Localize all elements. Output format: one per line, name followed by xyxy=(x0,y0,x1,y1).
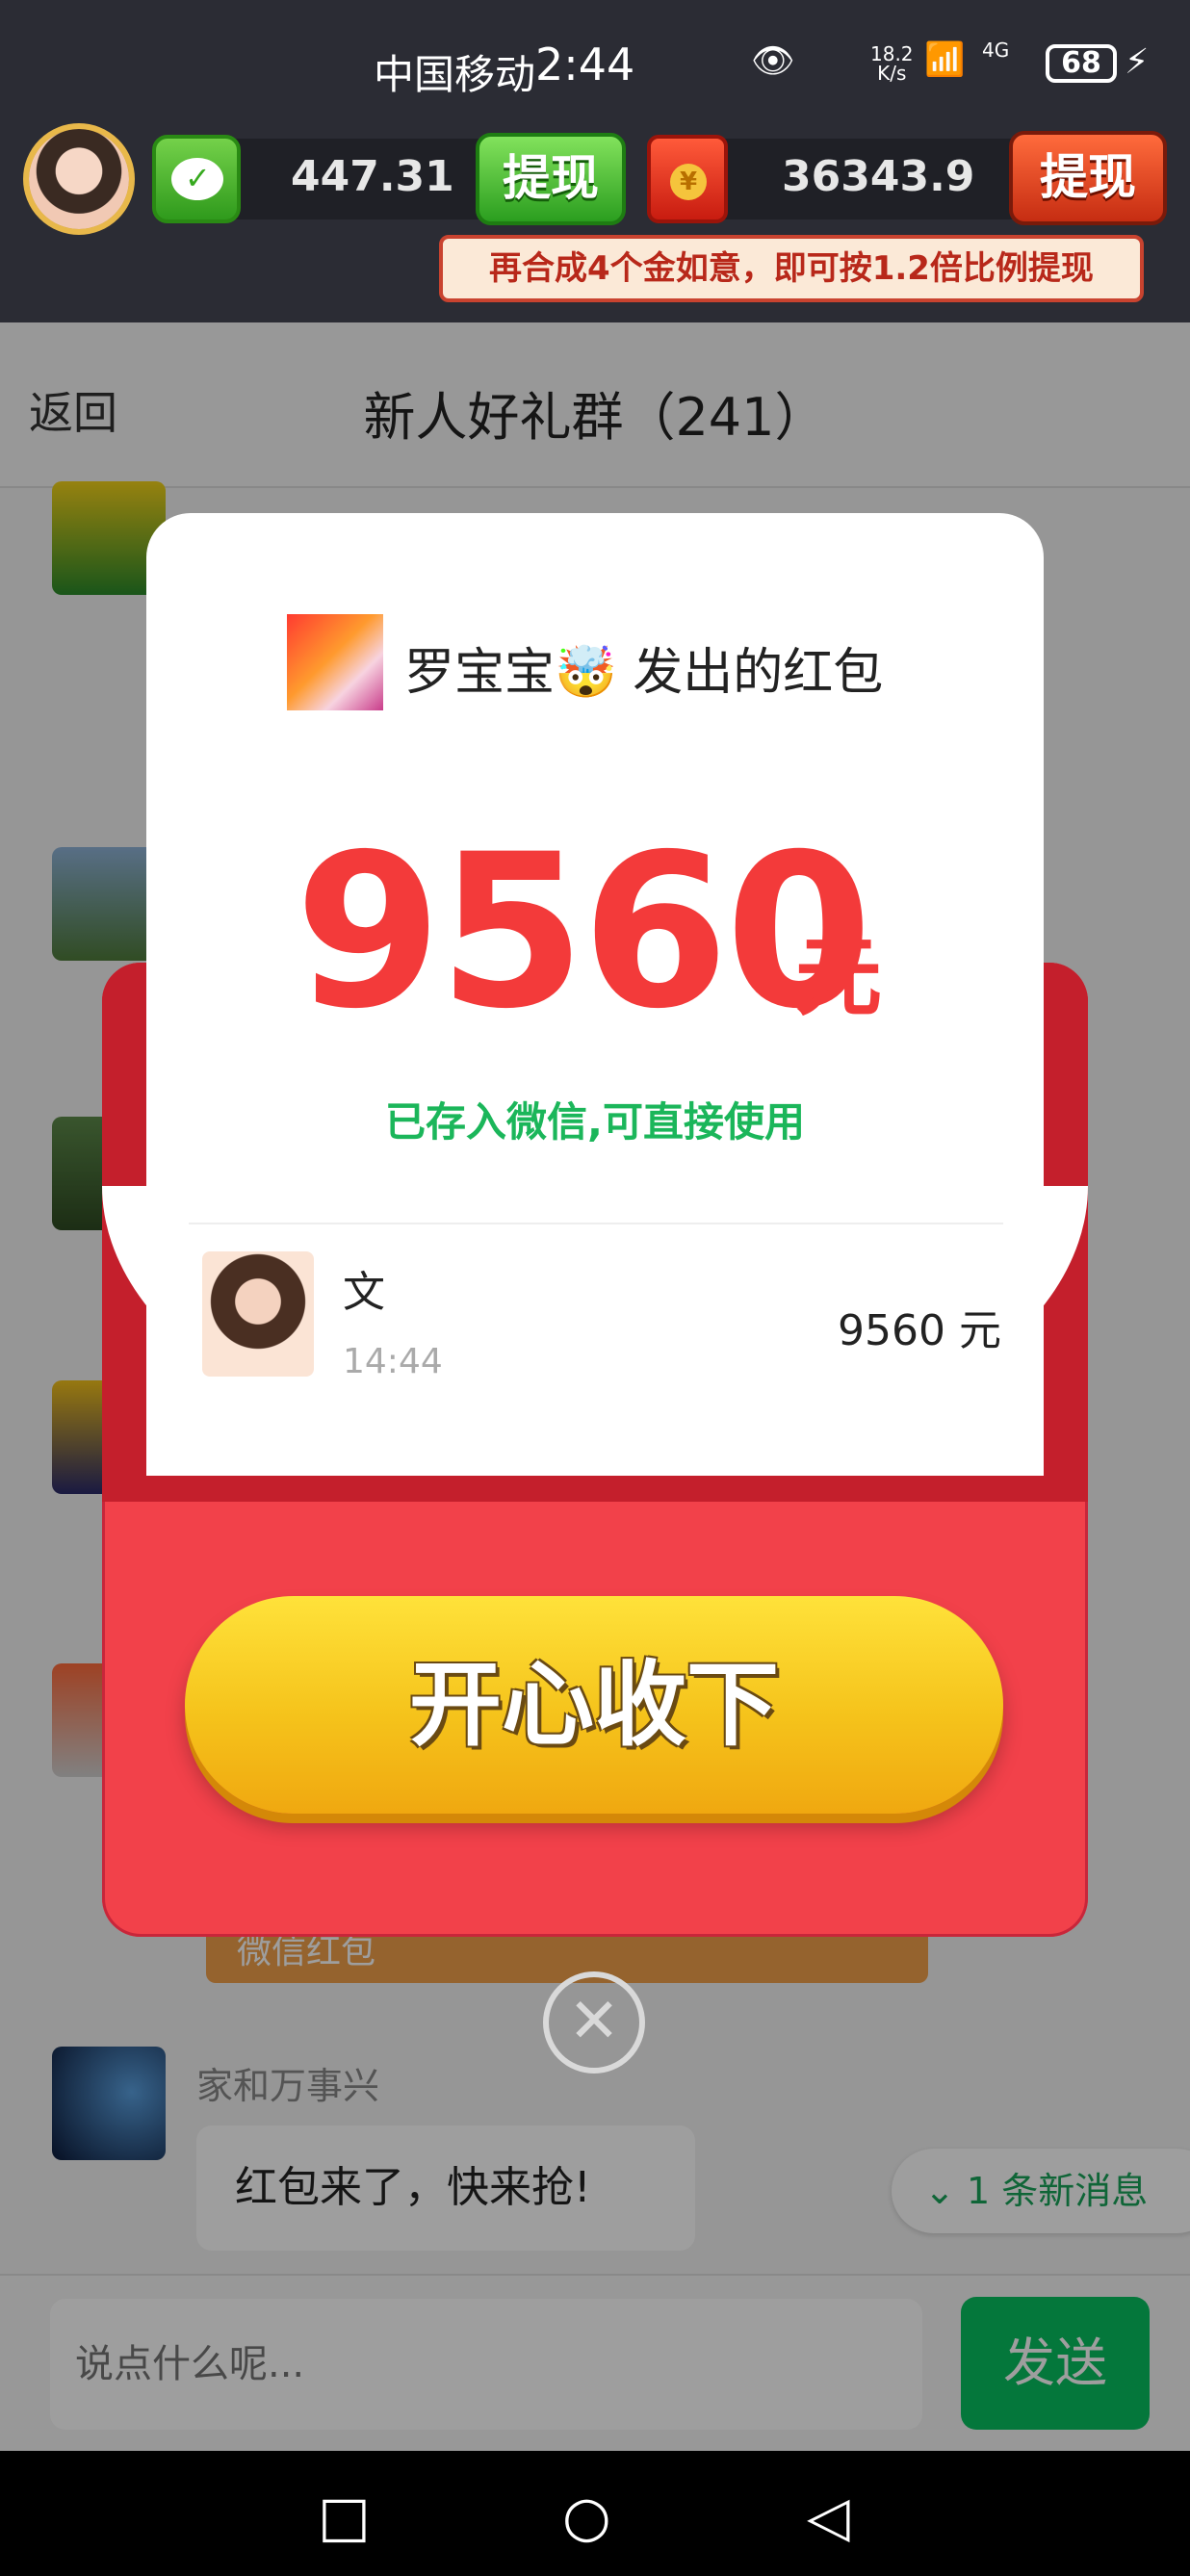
recents-icon[interactable]: □ xyxy=(318,2484,371,2549)
eye-icon: 👁 xyxy=(751,41,801,81)
battery-indicator: 68 xyxy=(1046,44,1117,83)
game-header: 中国移动 2:44 👁 18.2 K/s 📶 4G 68 ⚡ 447.31 提现… xyxy=(0,0,1190,322)
withdraw-wechat-button[interactable]: 提现 xyxy=(476,133,626,225)
divider xyxy=(189,1223,1003,1224)
back-nav-icon[interactable]: ◁ xyxy=(807,2484,850,2549)
saved-notice: 已存入微信,可直接使用 xyxy=(385,1098,805,1146)
amount-unit: 元 xyxy=(795,927,882,1028)
clock: 2:44 xyxy=(535,39,635,90)
speed-unit: K/s xyxy=(877,62,907,85)
recipient-amount: 9560 元 xyxy=(838,1306,1001,1355)
close-icon[interactable]: ✕ xyxy=(543,1971,645,2074)
redpacket-amount: 9560 xyxy=(295,809,872,1055)
network-type: 4G xyxy=(982,39,1010,62)
withdraw-tip: 再合成4个金如意，即可按1.2倍比例提现 xyxy=(439,235,1144,302)
carrier-label: 中国移动 xyxy=(374,51,536,98)
wechat-balance: 447.31 xyxy=(291,152,454,201)
avatar-face xyxy=(29,129,129,229)
recipient-name: 文 xyxy=(343,1268,385,1317)
system-nav-bar: □ ○ ◁ xyxy=(0,2451,1190,2576)
sender-label: 罗宝宝🤯 发出的红包 xyxy=(404,644,884,702)
redpacket-balance: 36343.9 xyxy=(782,152,975,201)
recipient-avatar xyxy=(202,1251,314,1377)
status-bar: 中国移动 2:44 👁 18.2 K/s 📶 4G 68 ⚡ xyxy=(0,37,1190,98)
recipient-time: 14:44 xyxy=(343,1342,443,1381)
yuan-icon: ¥ xyxy=(670,164,707,200)
withdraw-redpacket-button[interactable]: 提现 xyxy=(1009,131,1167,225)
accept-button[interactable]: 开心收下 xyxy=(185,1596,1003,1814)
redpacket-coin-icon: ¥ xyxy=(647,135,728,223)
sender-avatar xyxy=(287,614,383,710)
charging-icon: ⚡ xyxy=(1125,42,1150,82)
wechat-bubble-icon xyxy=(171,158,223,200)
player-avatar[interactable] xyxy=(23,123,135,235)
network-speed: 18.2 K/s xyxy=(870,44,914,83)
wifi-icon: 📶 xyxy=(924,40,966,79)
wechat-coin-icon xyxy=(152,135,241,223)
home-icon[interactable]: ○ xyxy=(562,2484,611,2549)
